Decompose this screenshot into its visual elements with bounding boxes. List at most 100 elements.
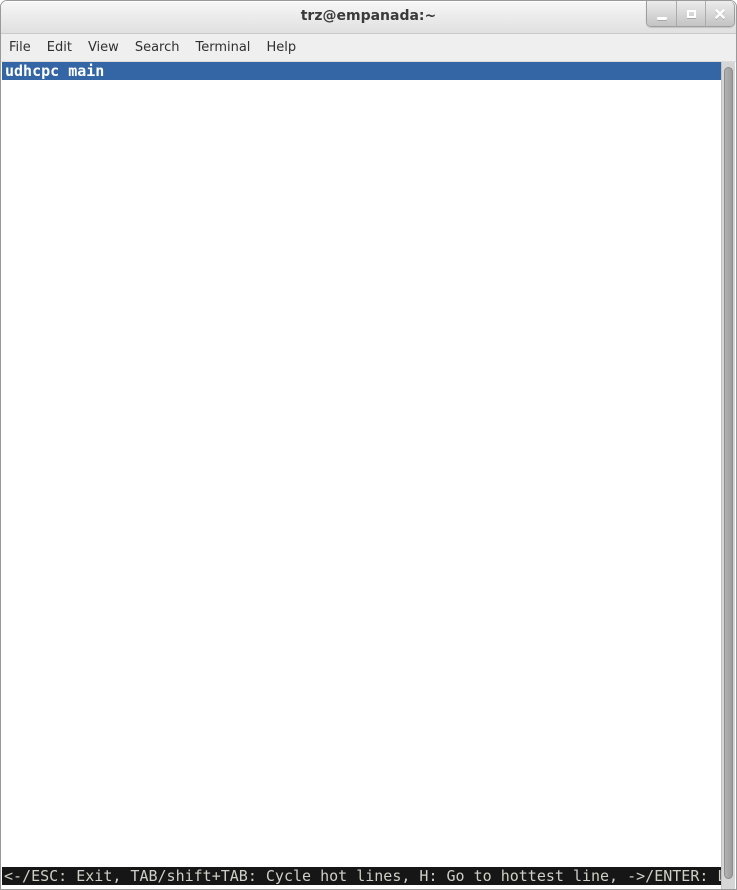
sample-percentage: 11.11 bbox=[41, 276, 113, 277]
asm-row: 0.00 : 80530ff: mov 0x1c(%esp),%edx bbox=[2, 671, 721, 689]
asm-row: 0.00 : 8053116: call 808bfff <fchmod@plt… bbox=[2, 779, 721, 797]
scrollbar[interactable] bbox=[721, 62, 735, 889]
sample-percentage: 0.00 bbox=[41, 169, 113, 170]
sample-percentage: 3.70 bbox=[41, 97, 113, 98]
sample-percentage: 0.00 bbox=[41, 617, 113, 618]
sample-percentage: 3.70 bbox=[41, 420, 113, 421]
minimize-button[interactable] bbox=[647, 1, 676, 26]
asm-row: 0.00 : 80530fb: mov %esi,%ecx bbox=[2, 636, 721, 654]
asm-row: 0.00 : 80530e9: cmpl $0xb,(%esi) bbox=[2, 546, 721, 564]
sample-percentage: 0.00 bbox=[41, 348, 113, 349]
maximize-button[interactable] bbox=[676, 1, 705, 26]
sample-percentage: 3.70 bbox=[41, 330, 113, 331]
asm-row: 0.00 : 80530b5: mov 0x80d3988,%esi bbox=[2, 331, 721, 349]
sample-percentage: 0.00 bbox=[41, 706, 113, 707]
minimize-icon bbox=[657, 17, 667, 20]
asm-row: 0.00 : 80530f2: movzbl 0x55(%ebx),%ecx bbox=[2, 582, 721, 600]
status-bar: <-/ESC: Exit, TAB/shift+TAB: Cycle hot l… bbox=[2, 867, 721, 885]
sample-percentage: 3.70 bbox=[41, 778, 113, 779]
sample-percentage: 7.41 bbox=[41, 115, 113, 116]
sample-percentage: 0.00 bbox=[41, 814, 113, 815]
asm-row: 0.00 : 80530e1: jg 80530f8 <fchmod@plt+0… bbox=[2, 510, 721, 528]
menu-search[interactable]: Search bbox=[127, 36, 188, 59]
menubar: File Edit View Search Terminal Help bbox=[1, 34, 736, 62]
close-button[interactable] bbox=[705, 1, 734, 26]
asm-row: 7.41 : 805307c: jne 80531aa <fchmod@plt+… bbox=[2, 98, 721, 116]
asm-row: 0.00 : 80530c1: mov 0x1c(%esp),%esi bbox=[2, 367, 721, 385]
asm-row: 0.00 : 8053110: add %esi,0x10(%ebx) bbox=[2, 743, 721, 761]
asm-row: 0.00 : 8053082: lea 0x28(%esp),%esi bbox=[2, 116, 721, 134]
sample-percentage: 3.70 bbox=[41, 222, 113, 223]
asm-row: 3.70 : 805311f: test %cl,%cl bbox=[2, 815, 721, 833]
menu-terminal[interactable]: Terminal bbox=[187, 36, 258, 59]
asm-row: 0.00 : 805308a: mov $0x1000,%edi bbox=[2, 152, 721, 170]
scrollbar-thumb[interactable] bbox=[724, 67, 733, 879]
asm-row: 0.00 : 80530fd: mov %esi,%edi bbox=[2, 654, 721, 672]
asm-row: 3.70 : 8053096: mov $0x3e8,%ecx bbox=[2, 205, 721, 223]
window-title: trz@empanada:~ bbox=[1, 8, 736, 24]
asm-row: 0.00 : 8053106: call 80862ea <fchmod@plt… bbox=[2, 707, 721, 725]
asm-row: 0.00 : 8053092: mov 0x18(%esp),%eax bbox=[2, 188, 721, 206]
terminal-screen[interactable]: udhcpc main 3.70 : 805307a: test %cl,%cl… bbox=[2, 62, 735, 889]
maximize-icon bbox=[687, 10, 696, 18]
asm-row: 0.00 : 80530d5: mov %esi,(%esp) bbox=[2, 438, 721, 456]
window-controls bbox=[646, 1, 735, 27]
asm-row: 3.70 : 8053113: adc %edi,0x14(%ebx) bbox=[2, 761, 721, 779]
asm-row: 11.11 : 80530a5: test %eax,%eax bbox=[2, 259, 721, 277]
sample-percentage: 0.00 bbox=[41, 473, 113, 474]
menu-file[interactable]: File bbox=[1, 36, 39, 59]
sample-percentage: 14.81 bbox=[41, 742, 113, 743]
asm-row: 0.00 : 80530c5: mov %ebp,0xc(%esp) bbox=[2, 385, 721, 403]
sample-percentage: 0.00 bbox=[41, 688, 113, 689]
asm-row: 0.00 : 8053103: sar $0x1f,%edi bbox=[2, 689, 721, 707]
sample-percentage: 0.00 bbox=[41, 204, 113, 205]
asm-row: 0.00 : 80530ec: jne 8053210 <fchmod@plt+… bbox=[2, 564, 721, 582]
sample-percentage: 0.00 bbox=[41, 366, 113, 367]
sample-percentage: 0.00 bbox=[41, 670, 113, 671]
asm-row: 0.00 : 80530f8: mov 0x4c(%ebx),%eax bbox=[2, 618, 721, 636]
sample-percentage: 0.00 bbox=[41, 599, 113, 600]
sample-percentage: 3.70 bbox=[41, 832, 113, 833]
terminal-window: trz@empanada:~ File Edit View Search Ter… bbox=[0, 0, 737, 890]
asm-row: 0.00 : 8053121: je 805308a <fchmod@plt+0… bbox=[2, 833, 721, 851]
menu-edit[interactable]: Edit bbox=[39, 36, 80, 59]
asm-listing: 3.70 : 805307a: test %cl,%cl 7.41 : 8053… bbox=[2, 80, 721, 869]
asm-row: 0.00 : 80530df: mov %eax,%esi bbox=[2, 492, 721, 510]
sample-percentage: 0.00 bbox=[41, 545, 113, 546]
sample-percentage: 0.00 bbox=[41, 240, 113, 241]
sample-percentage: 0.00 bbox=[41, 258, 113, 259]
sample-percentage: 0.00 bbox=[41, 563, 113, 564]
asm-row: 0.00 : 80530d8: call 804b5c0 <fread@plt> bbox=[2, 456, 721, 474]
asm-row: 0.00 : 80530cd: movl $0x1,0x4(%esp) bbox=[2, 421, 721, 439]
close-icon bbox=[715, 9, 725, 19]
sample-percentage: 0.00 bbox=[41, 312, 113, 313]
asm-row: 3.70 : 80530b0: call 804bf10 <clearerr@p… bbox=[2, 313, 721, 331]
sample-percentage: 0.00 bbox=[41, 455, 113, 456]
asm-row: 0.00 : 8053127: mov (%ebx),%eax bbox=[2, 851, 721, 869]
sample-percentage: 29.63 bbox=[41, 491, 113, 492]
sample-percentage: 0.00 bbox=[41, 760, 113, 761]
asm-row: 0.00 : 805308f: mov 0x48(%ebx),%esi bbox=[2, 170, 721, 188]
sample-percentage: 0.00 bbox=[41, 527, 113, 528]
asm-row: 0.00 : 80530ad: mov %ebp,(%esp) bbox=[2, 295, 721, 313]
menu-view[interactable]: View bbox=[80, 36, 127, 59]
sample-percentage: 0.00 bbox=[41, 187, 113, 188]
sample-percentage: 0.00 bbox=[41, 796, 113, 797]
asm-row: 29.63 : 80530dd: test %eax,%eax bbox=[2, 474, 721, 492]
titlebar[interactable]: trz@empanada:~ bbox=[1, 1, 736, 34]
asm-row: 3.70 : 80530c9: mov %edi,0x8(%esp) bbox=[2, 403, 721, 421]
sample-percentage: 0.00 bbox=[41, 294, 113, 295]
sample-percentage: 0.00 bbox=[41, 724, 113, 725]
asm-row: 0.00 : 80530bb: movl $0x0,(%esi) bbox=[2, 349, 721, 367]
sample-percentage: 0.00 bbox=[41, 850, 113, 851]
sample-percentage: 0.00 bbox=[41, 635, 113, 636]
sample-percentage: 0.00 bbox=[41, 437, 113, 438]
sample-percentage: 0.00 bbox=[41, 384, 113, 385]
asm-row: 0.00 : 805311b: movzbl 0x55(%ebx),%ecx bbox=[2, 797, 721, 815]
asm-row: 0.00 : 80530a0: call 80ac1b5 <fchmod@plt… bbox=[2, 241, 721, 259]
sample-percentage: 0.00 bbox=[41, 509, 113, 510]
asm-row: 0.00 : 80530f6: jmp 805307a <fchmod@plt+… bbox=[2, 600, 721, 618]
menu-help[interactable]: Help bbox=[258, 36, 304, 59]
sample-percentage: 0.00 bbox=[41, 151, 113, 152]
function-header: udhcpc main bbox=[2, 62, 721, 80]
